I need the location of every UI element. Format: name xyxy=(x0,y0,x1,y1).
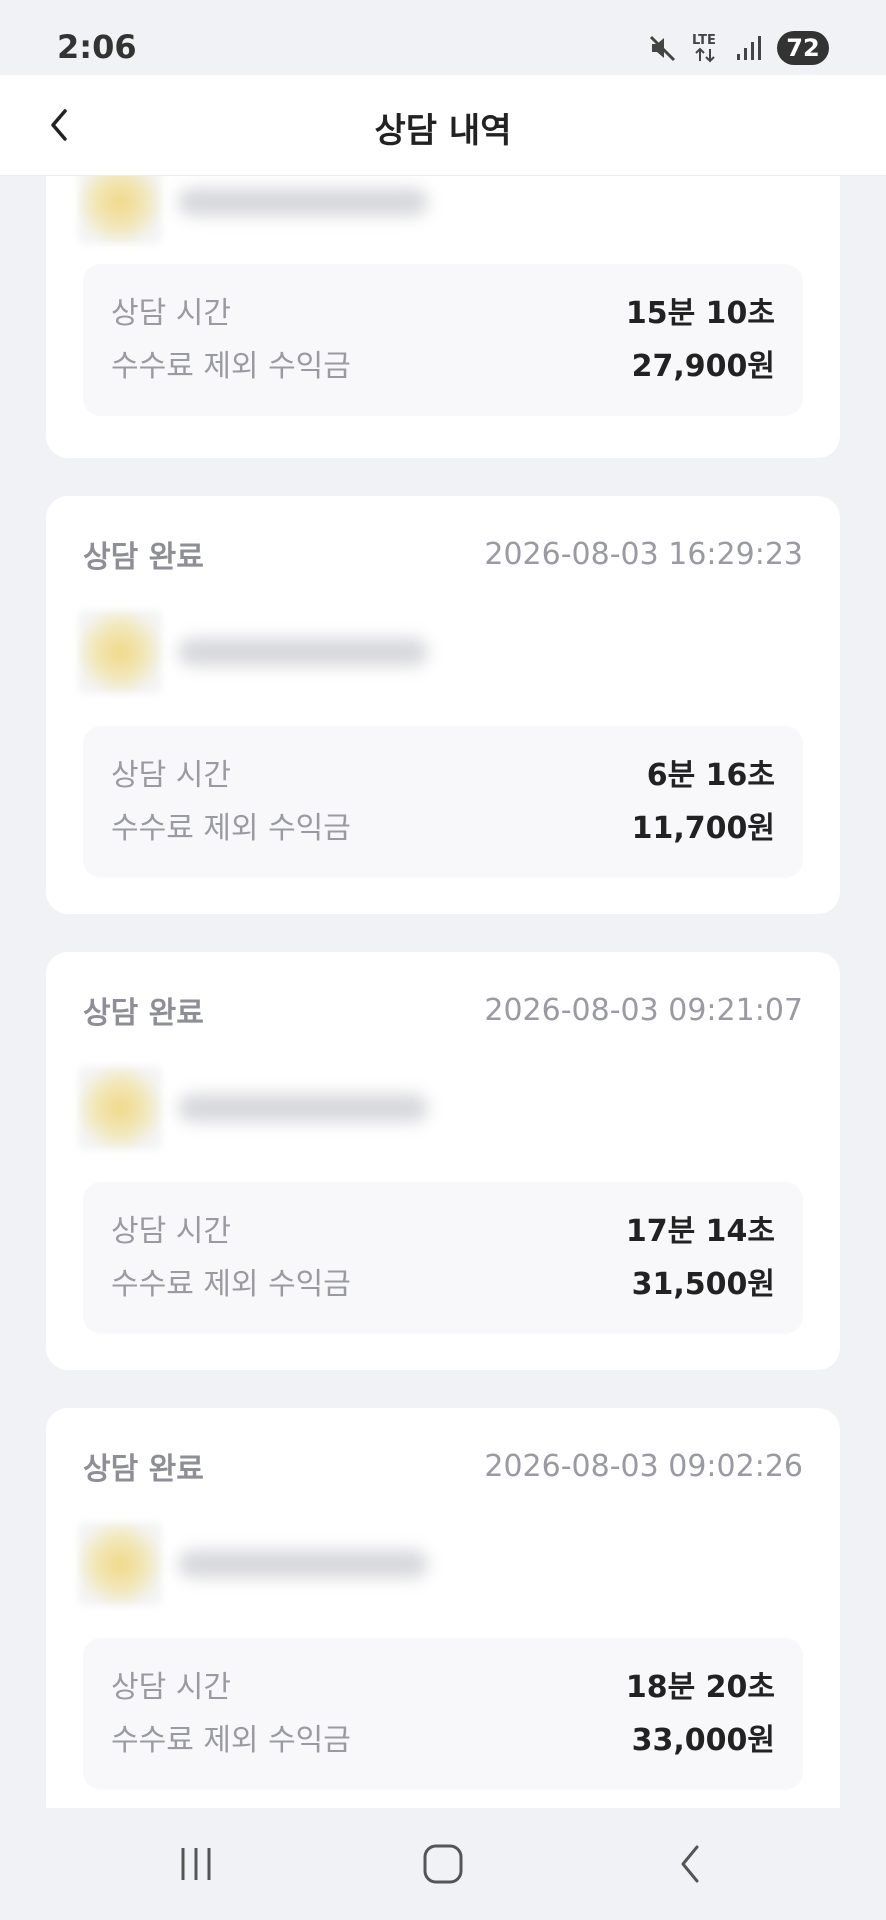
consultation-card[interactable]: 상담 시간 15분 10초 수수료 제외 수익금 27,900원 xyxy=(46,176,840,458)
status-bar: 2:06 LTE 72 xyxy=(0,0,886,75)
duration-row: 상담 시간 15분 10초 xyxy=(111,290,775,331)
duration-label: 상담 시간 xyxy=(111,1670,231,1705)
recent-apps-button[interactable] xyxy=(156,1832,236,1896)
customer-avatar xyxy=(78,1066,162,1150)
consultation-datetime: 2026-08-03 09:02:26 xyxy=(484,1448,803,1484)
customer-name-blurred xyxy=(178,638,428,666)
earnings-value: 31,500원 xyxy=(631,1267,775,1302)
duration-row: 상담 시간 6분 16초 xyxy=(111,752,775,793)
consultation-datetime: 2026-08-03 16:29:23 xyxy=(484,536,803,572)
earnings-row: 수수료 제외 수익금 33,000원 xyxy=(111,1717,775,1758)
duration-label: 상담 시간 xyxy=(111,1214,231,1249)
earnings-row: 수수료 제외 수익금 31,500원 xyxy=(111,1261,775,1302)
status-time: 2:06 xyxy=(57,28,137,66)
consultation-summary: 상담 시간 18분 20초 수수료 제외 수익금 33,000원 xyxy=(83,1638,803,1790)
earnings-value: 27,900원 xyxy=(631,349,775,384)
duration-row: 상담 시간 18분 20초 xyxy=(111,1664,775,1705)
consultation-summary: 상담 시간 17분 14초 수수료 제외 수익금 31,500원 xyxy=(83,1182,803,1334)
page-title: 상담 내역 xyxy=(374,111,512,151)
consultation-card[interactable]: 상담 완료 2026-08-03 09:21:07 상담 시간 17분 14초 … xyxy=(46,952,840,1370)
consultation-datetime: 2026-08-03 09:21:07 xyxy=(484,992,803,1028)
earnings-label: 수수료 제외 수익금 xyxy=(111,1267,351,1302)
earnings-label: 수수료 제외 수익금 xyxy=(111,349,351,384)
customer-name-blurred xyxy=(178,188,428,216)
earnings-label: 수수료 제외 수익금 xyxy=(111,811,351,846)
customer-info xyxy=(78,610,448,694)
lte-icon: LTE xyxy=(692,33,716,63)
back-icon xyxy=(681,1845,699,1883)
svg-text:LTE: LTE xyxy=(692,33,716,48)
app-header: 상담 내역 xyxy=(0,75,886,176)
mute-icon xyxy=(649,35,676,62)
consultation-card[interactable]: 상담 완료 2026-08-03 16:29:23 상담 시간 6분 16초 수… xyxy=(46,496,840,914)
system-back-button[interactable] xyxy=(650,1832,730,1896)
customer-info xyxy=(78,1522,448,1606)
duration-value: 6분 16초 xyxy=(646,758,775,793)
customer-info xyxy=(78,1066,448,1150)
customer-avatar xyxy=(78,176,162,244)
card-header: 상담 완료 2026-08-03 16:29:23 xyxy=(83,532,803,576)
consultation-list[interactable]: 상담 시간 15분 10초 수수료 제외 수익금 27,900원 상담 완료 2… xyxy=(0,176,886,1808)
customer-avatar xyxy=(78,1522,162,1606)
consultation-summary: 상담 시간 15분 10초 수수료 제외 수익금 27,900원 xyxy=(83,264,803,416)
customer-avatar xyxy=(78,610,162,694)
card-header: 상담 완료 2026-08-03 09:02:26 xyxy=(83,1444,803,1488)
consultation-card[interactable]: 상담 완료 2026-08-03 09:02:26 상담 시간 18분 20초 … xyxy=(46,1408,840,1808)
customer-name-blurred xyxy=(178,1550,428,1578)
status-label: 상담 완료 xyxy=(83,540,204,575)
earnings-label: 수수료 제외 수익금 xyxy=(111,1723,351,1758)
battery-level: 72 xyxy=(786,34,820,62)
recent-apps-icon xyxy=(181,1848,211,1880)
signal-icon xyxy=(737,36,761,60)
status-label: 상담 완료 xyxy=(83,996,204,1031)
duration-label: 상담 시간 xyxy=(111,296,231,331)
duration-value: 17분 14초 xyxy=(625,1214,775,1249)
battery-icon: 72 xyxy=(777,31,829,65)
earnings-value: 11,700원 xyxy=(631,811,775,846)
status-icons: LTE 72 xyxy=(647,30,829,66)
card-header: 상담 완료 2026-08-03 09:21:07 xyxy=(83,988,803,1032)
duration-row: 상담 시간 17분 14초 xyxy=(111,1208,775,1249)
home-button[interactable] xyxy=(403,1832,483,1896)
customer-info xyxy=(78,176,448,244)
home-icon xyxy=(423,1844,463,1884)
earnings-value: 33,000원 xyxy=(631,1723,775,1758)
duration-label: 상담 시간 xyxy=(111,758,231,793)
customer-name-blurred xyxy=(178,1094,428,1122)
duration-value: 18분 20초 xyxy=(625,1670,775,1705)
earnings-row: 수수료 제외 수익금 11,700원 xyxy=(111,805,775,846)
earnings-row: 수수료 제외 수익금 27,900원 xyxy=(111,343,775,384)
status-label: 상담 완료 xyxy=(83,1452,204,1487)
system-nav-bar xyxy=(0,1808,886,1920)
duration-value: 15분 10초 xyxy=(625,296,775,331)
consultation-summary: 상담 시간 6분 16초 수수료 제외 수익금 11,700원 xyxy=(83,726,803,878)
